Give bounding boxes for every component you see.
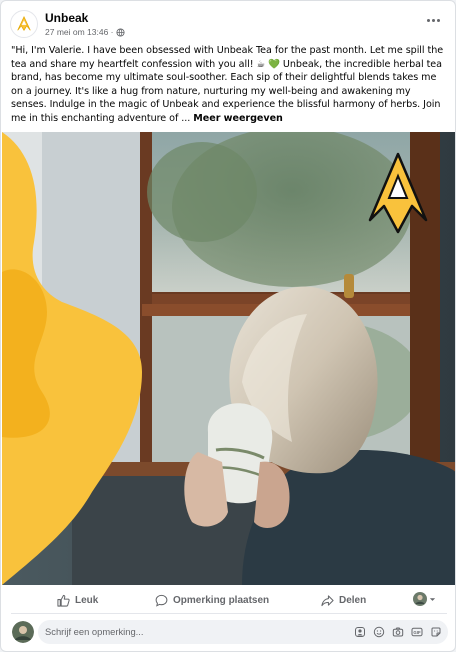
comment-tools: GIF — [353, 625, 442, 638]
unbeak-logo-icon — [17, 15, 31, 31]
thumbs-up-icon — [57, 594, 70, 607]
globe-icon — [115, 27, 125, 37]
share-label: Delen — [339, 594, 367, 606]
post-photo[interactable] — [2, 132, 455, 585]
like-label: Leuk — [75, 594, 99, 606]
post-text: "Hi, I'm Valerie. I have been obsessed w… — [11, 44, 449, 126]
chevron-down-icon — [429, 597, 436, 601]
see-more-link[interactable]: Meer weergeven — [193, 113, 283, 124]
user-avatar[interactable] — [12, 621, 34, 643]
share-button[interactable]: Delen — [321, 591, 366, 609]
gif-icon[interactable]: GIF — [410, 625, 423, 638]
comment-button[interactable]: Opmerking plaatsen — [155, 591, 269, 609]
reaction-profile-selector[interactable] — [413, 592, 436, 606]
comment-placeholder: Schrijf een opmerking... — [45, 626, 144, 637]
post-header: Unbeak 27 mei om 13:46 · — [1, 1, 455, 43]
page-name[interactable]: Unbeak — [45, 11, 88, 25]
divider — [11, 613, 447, 614]
more-dots-icon — [426, 18, 430, 22]
comment-label: Opmerking plaatsen — [173, 594, 270, 606]
post-meta: 27 mei om 13:46 · — [45, 27, 125, 37]
page-avatar[interactable] — [10, 10, 38, 38]
avatar-sticker-icon[interactable] — [353, 625, 366, 638]
svg-text:GIF: GIF — [413, 629, 421, 634]
more-options-button[interactable] — [423, 13, 443, 27]
post-card: Unbeak 27 mei om 13:46 · "Hi, I'm Valeri… — [0, 0, 456, 652]
like-button[interactable]: Leuk — [57, 591, 98, 609]
post-timestamp[interactable]: 27 mei om 13:46 · — [45, 27, 114, 37]
profile-avatar-icon — [413, 592, 427, 606]
camera-icon[interactable] — [391, 625, 404, 638]
comment-input[interactable]: Schrijf een opmerking... GIF — [38, 620, 448, 644]
share-arrow-icon — [321, 594, 334, 606]
sticker-icon[interactable] — [429, 625, 442, 638]
emoji-icon[interactable] — [372, 625, 385, 638]
comment-bubble-icon — [155, 594, 168, 607]
